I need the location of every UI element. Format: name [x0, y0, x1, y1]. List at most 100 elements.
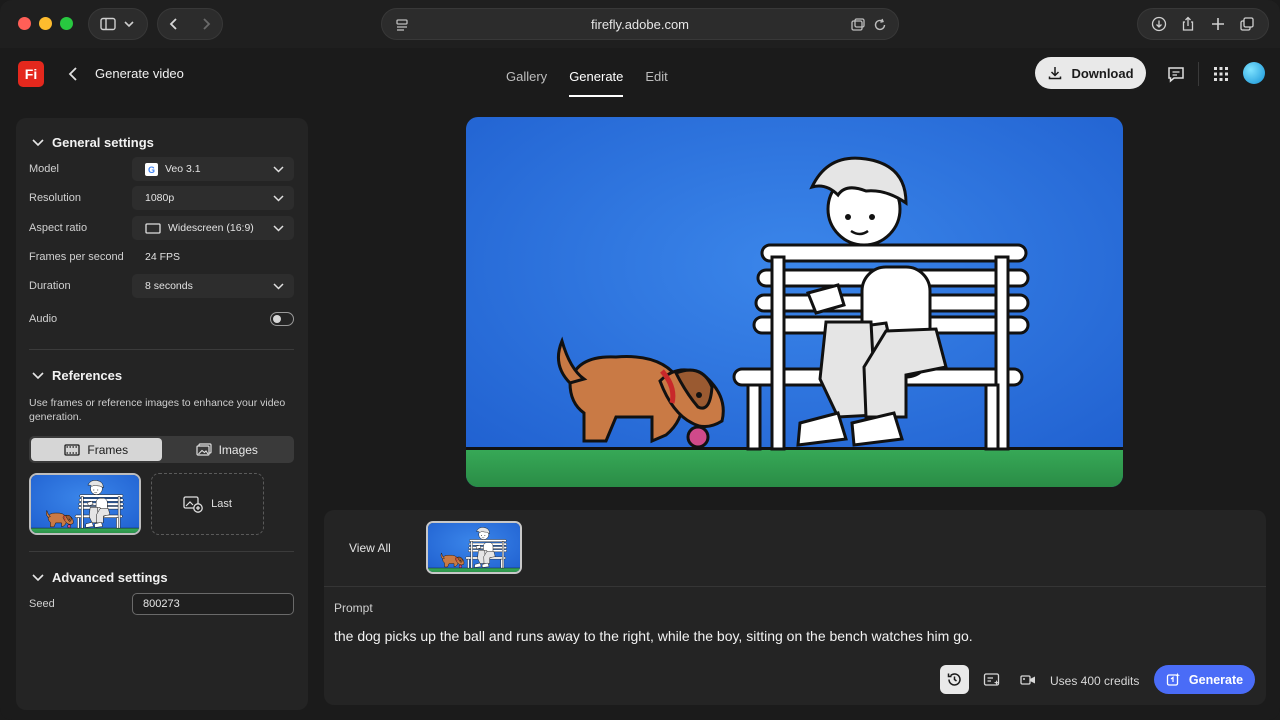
images-tab[interactable]: Images — [162, 438, 293, 461]
url-text: firefly.adobe.com — [590, 16, 690, 32]
back-arrow-icon[interactable] — [166, 16, 182, 32]
duration-label: Duration — [29, 280, 71, 292]
sidebar-icon — [99, 17, 116, 31]
chevron-down-icon — [273, 282, 284, 290]
aspect-ratio-label: Aspect ratio — [29, 222, 88, 234]
minimize-window-button[interactable] — [39, 17, 52, 30]
browser-actions — [1137, 8, 1269, 40]
reference-type-switch: Frames Images — [29, 436, 294, 463]
resolution-label: Resolution — [29, 192, 81, 204]
credits-cost: Uses 400 credits — [1050, 674, 1140, 688]
sparkle-generate-icon — [1166, 672, 1180, 686]
chevron-down-icon[interactable] — [121, 16, 137, 32]
view-all-link[interactable]: View All — [349, 541, 391, 555]
tabs-icon[interactable] — [1239, 16, 1255, 32]
chevron-down-icon — [32, 371, 44, 379]
section-divider — [29, 349, 294, 350]
tab-gallery[interactable]: Gallery — [506, 48, 547, 100]
history-nav — [157, 8, 223, 40]
video-preview[interactable] — [466, 117, 1123, 487]
general-settings-title: General settings — [52, 135, 154, 150]
frames-label: Frames — [87, 442, 129, 457]
fps-value: 24 FPS — [145, 251, 181, 263]
page-title: Generate video — [95, 66, 184, 81]
chevron-down-icon — [32, 573, 44, 581]
first-frame-image — [31, 475, 139, 533]
resolution-select[interactable]: 1080p — [132, 186, 294, 210]
download-label: Download — [1071, 65, 1134, 81]
video-reference-icon[interactable] — [1019, 671, 1037, 689]
aspect-ratio-value: Widescreen (16:9) — [168, 222, 254, 234]
references-header[interactable]: References — [32, 368, 122, 383]
download-icon[interactable] — [1151, 16, 1167, 32]
avatar[interactable] — [1243, 62, 1265, 84]
comment-icon[interactable] — [1166, 64, 1186, 84]
seed-input[interactable] — [132, 593, 294, 615]
header-divider — [1198, 62, 1199, 86]
add-image-icon — [183, 496, 203, 513]
new-tab-icon[interactable] — [1210, 16, 1226, 32]
film-frames-icon — [64, 443, 81, 456]
zoom-window-button[interactable] — [60, 17, 73, 30]
model-value: Veo 3.1 — [165, 163, 201, 175]
browser-toolbar: firefly.adobe.com — [0, 0, 1280, 48]
chevron-down-icon — [273, 165, 284, 173]
back-chevron-icon[interactable] — [66, 64, 80, 84]
resolution-value: 1080p — [145, 192, 175, 204]
first-frame-thumbnail[interactable] — [29, 473, 141, 535]
share-icon[interactable] — [1180, 16, 1196, 32]
google-icon: G — [145, 162, 158, 176]
sidebar-toggle-button[interactable] — [88, 8, 148, 40]
aspect-ratio-select[interactable]: Widescreen (16:9) — [132, 216, 294, 240]
download-icon — [1049, 67, 1062, 80]
firefly-logo[interactable]: Fi — [18, 61, 44, 87]
duration-select[interactable]: 8 seconds — [132, 274, 294, 298]
chevron-down-icon — [32, 138, 44, 146]
settings-panel: General settings Model G Veo 3.1 Resolut… — [16, 118, 308, 710]
audio-toggle[interactable] — [270, 312, 294, 326]
panel-divider — [324, 586, 1266, 587]
generation-thumbnail[interactable] — [426, 521, 522, 574]
generate-button[interactable]: Generate — [1154, 665, 1255, 694]
frames-tab[interactable]: Frames — [31, 438, 162, 461]
close-window-button[interactable] — [18, 17, 31, 30]
download-button[interactable]: Download — [1035, 57, 1146, 89]
preview-image — [466, 117, 1123, 487]
tab-generate[interactable]: Generate — [569, 48, 624, 100]
advanced-settings-title: Advanced settings — [52, 570, 168, 585]
images-label: Images — [218, 442, 258, 457]
widescreen-icon — [145, 222, 161, 234]
address-bar[interactable]: firefly.adobe.com — [381, 8, 899, 40]
prompt-suggestions-icon[interactable] — [983, 671, 1001, 689]
references-help: Use frames or reference images to enhanc… — [29, 397, 286, 423]
reader-icon[interactable] — [394, 17, 410, 33]
general-settings-header[interactable]: General settings — [32, 135, 154, 150]
apps-grid-icon[interactable] — [1211, 64, 1231, 84]
app-header: Fi Generate video Gallery Generate Edit … — [0, 48, 1280, 100]
advanced-settings-header[interactable]: Advanced settings — [32, 570, 168, 585]
generation-thumbnail-image — [428, 523, 520, 572]
tab-overview-icon[interactable] — [850, 17, 866, 33]
prompt-history-button[interactable] — [940, 665, 969, 694]
svg-text:G: G — [148, 165, 155, 175]
generate-label: Generate — [1188, 672, 1244, 687]
audio-label: Audio — [29, 313, 58, 325]
forward-arrow-icon[interactable] — [198, 16, 214, 32]
chevron-down-icon — [273, 194, 284, 202]
fps-label: Frames per second — [29, 251, 124, 263]
prompt-label: Prompt — [334, 601, 373, 615]
prompt-textarea[interactable]: the dog picks up the ball and runs away … — [334, 628, 973, 644]
tab-edit[interactable]: Edit — [645, 48, 667, 100]
model-select[interactable]: G Veo 3.1 — [132, 157, 294, 181]
reload-icon[interactable] — [872, 17, 888, 33]
history-icon — [947, 673, 961, 686]
images-icon — [195, 443, 212, 456]
last-frame-slot[interactable]: Last — [151, 473, 264, 535]
prompt-panel: View All Prompt the dog picks up the bal… — [324, 510, 1266, 705]
references-title: References — [52, 368, 123, 383]
duration-value: 8 seconds — [145, 280, 193, 292]
last-label: Last — [211, 498, 232, 510]
chevron-down-icon — [273, 224, 284, 232]
model-label: Model — [29, 163, 59, 175]
seed-label: Seed — [29, 598, 55, 610]
